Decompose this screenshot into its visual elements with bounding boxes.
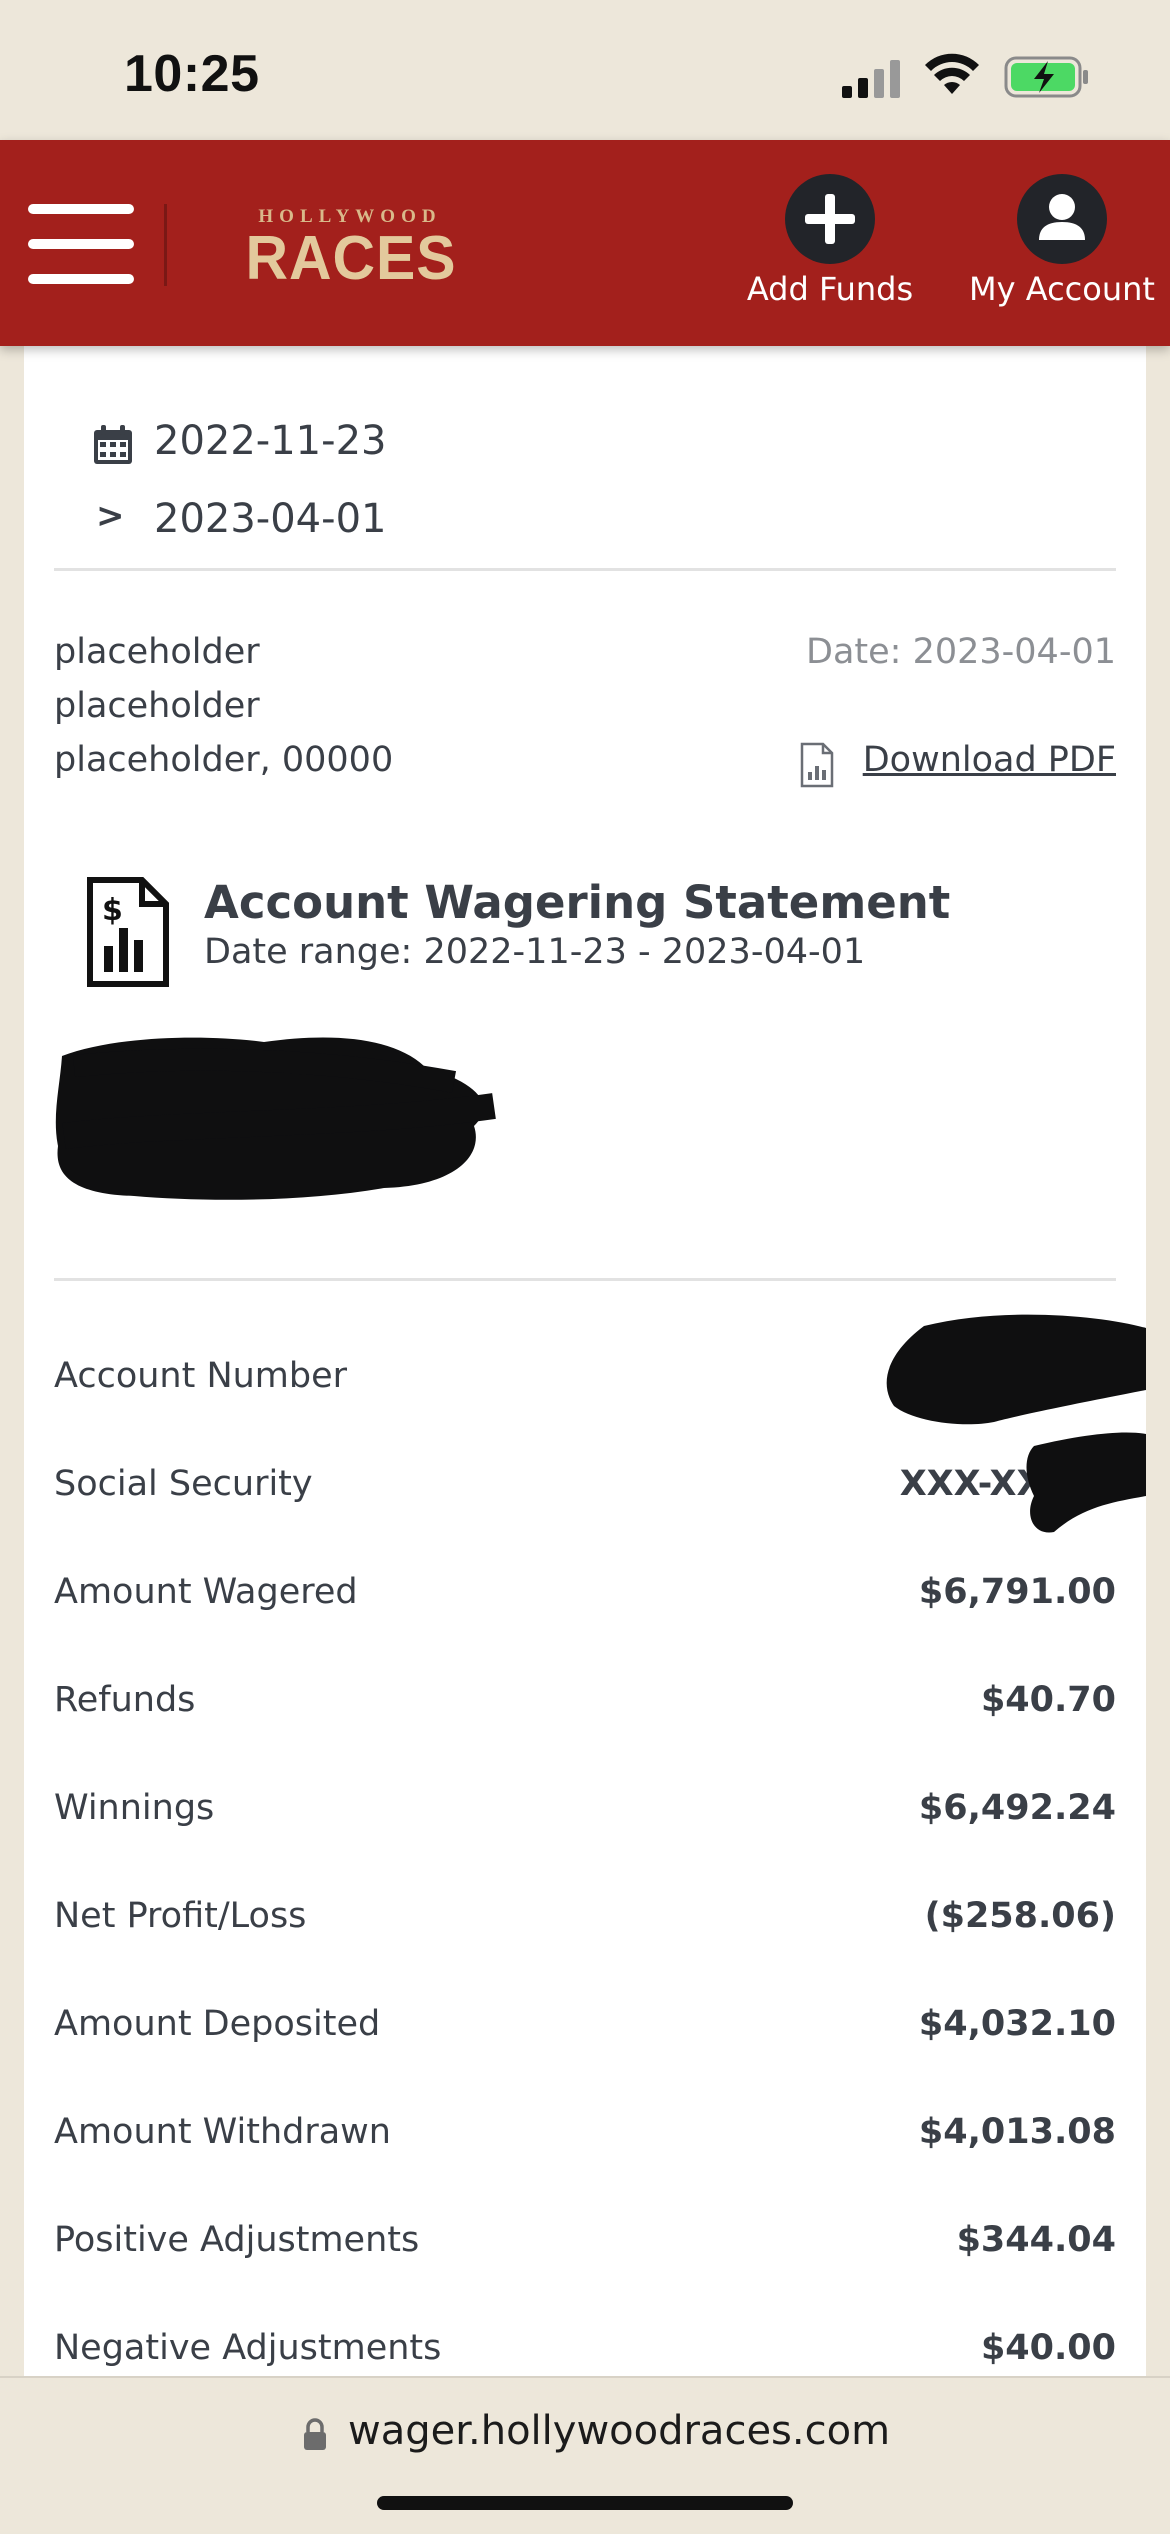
summary-value: $4,032.10 (918, 2004, 1116, 2044)
logo-main-text: RACES (245, 224, 457, 293)
summary-row: Amount Wagered $6,791.00 (54, 1572, 1116, 1632)
summary-label: Refunds (54, 1680, 196, 1720)
summary-row: Negative Adjustments $40.00 (54, 2328, 1116, 2376)
battery-charging-icon (1004, 56, 1088, 98)
header-divider (164, 204, 167, 286)
summary-label: Negative Adjustments (54, 2328, 442, 2368)
status-time: 10:25 (124, 45, 260, 103)
file-chart-icon (800, 742, 833, 788)
summary-row: Net Profit/Loss ($258.06) (54, 1896, 1116, 1956)
user-icon (1017, 174, 1107, 264)
home-indicator[interactable] (377, 2496, 793, 2510)
cellular-signal-icon (842, 60, 900, 98)
statement-title: Account Wagering Statement (204, 876, 951, 929)
divider (54, 1278, 1116, 1281)
summary-label: Amount Deposited (54, 2004, 381, 2044)
date-to: 2023-04-01 (154, 496, 387, 542)
summary-row: Amount Withdrawn $4,013.08 (54, 2112, 1116, 2172)
summary-value: $40.00 (980, 2328, 1116, 2368)
summary-value: $6,492.24 (918, 1788, 1116, 1828)
svg-text:$: $ (102, 893, 123, 928)
add-funds-label: Add Funds (746, 270, 914, 308)
address-line-2: placeholder (54, 686, 260, 726)
plus-icon (785, 174, 875, 264)
url-text: wager.hollywoodraces.com (348, 2408, 891, 2454)
redacted-customer-info (54, 1026, 514, 1206)
summary-value: $344.04 (956, 2220, 1116, 2260)
lock-icon (304, 2418, 326, 2450)
download-pdf-label: Download PDF (862, 740, 1116, 780)
summary-label: Positive Adjustments (54, 2220, 420, 2260)
date-arrow: > (96, 496, 125, 536)
add-funds-button[interactable]: Add Funds (730, 174, 930, 324)
status-bar: 10:25 (0, 0, 1170, 140)
my-account-button[interactable]: My Account (962, 174, 1162, 324)
hollywood-races-logo[interactable]: HOLLYWOOD RACES (240, 206, 460, 290)
wifi-icon (925, 53, 979, 94)
date-from: 2022-11-23 (154, 418, 387, 464)
summary-label: Account Number (54, 1356, 348, 1396)
statement-date: Date: 2023-04-01 (806, 632, 1116, 672)
summary-value: $40.70 (980, 1680, 1116, 1720)
app-header: HOLLYWOOD RACES Add Funds My Account (0, 140, 1170, 346)
my-account-label: My Account (969, 270, 1155, 308)
summary-label: Amount Withdrawn (54, 2112, 391, 2152)
download-pdf-link[interactable]: Download PDF (800, 740, 1116, 792)
address-line-3: placeholder, 00000 (54, 740, 394, 780)
summary-label: Amount Wagered (54, 1572, 358, 1612)
summary-value: $6,791.00 (918, 1572, 1116, 1612)
statement-content: 2022-11-23 > 2023-04-01 placeholder plac… (24, 346, 1146, 2376)
summary-value: ($258.06) (924, 1896, 1116, 1936)
statement-date-range: Date range: 2022-11-23 - 2023-04-01 (204, 932, 866, 972)
address-line-1: placeholder (54, 632, 260, 672)
summary-label: Net Profit/Loss (54, 1896, 307, 1936)
summary-row: Refunds $40.70 (54, 1680, 1116, 1740)
divider (54, 568, 1116, 571)
summary-value: $4,013.08 (918, 2112, 1116, 2152)
summary-row: Amount Deposited $4,032.10 (54, 2004, 1116, 2064)
hamburger-menu-icon[interactable] (28, 204, 136, 286)
statement-document-icon: $ (87, 877, 169, 987)
summary-row: Winnings $6,492.24 (54, 1788, 1116, 1848)
calendar-icon (94, 425, 132, 464)
summary-label: Social Security (54, 1464, 313, 1504)
summary-row: Positive Adjustments $344.04 (54, 2220, 1116, 2280)
summary-label: Winnings (54, 1788, 215, 1828)
redaction-scribble (55, 1037, 496, 1200)
redaction-scribble-account (886, 1314, 1146, 1533)
browser-url-bar[interactable]: wager.hollywoodraces.com (0, 2376, 1170, 2534)
